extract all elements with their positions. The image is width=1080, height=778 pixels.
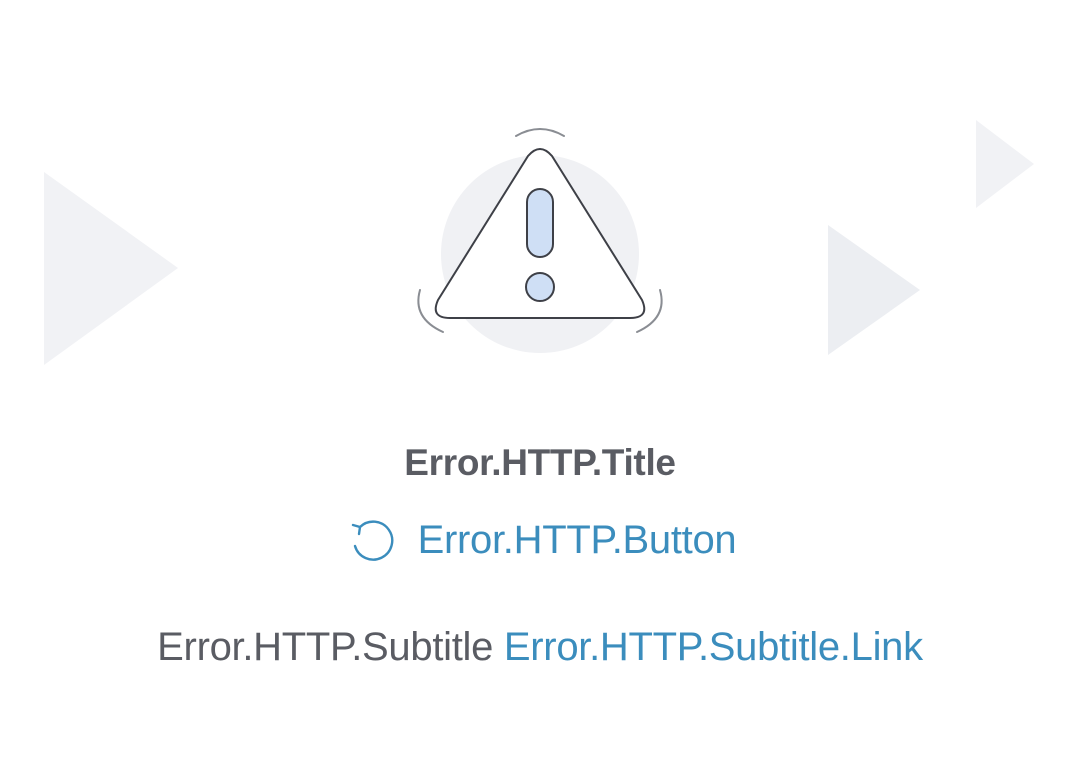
right-play-shape-small	[976, 120, 1034, 208]
subtitle-link[interactable]: Error.HTTP.Subtitle.Link	[504, 625, 923, 669]
exclamation-bar	[526, 188, 554, 258]
error-subtitle: Error.HTTP.Subtitle Error.HTTP.Subtitle.…	[0, 625, 1080, 670]
warning-triangle-icon	[417, 128, 663, 353]
motion-arc-top	[515, 128, 565, 137]
retry-button-label: Error.HTTP.Button	[417, 517, 737, 562]
right-play-shape-large	[828, 225, 920, 355]
refresh-icon	[344, 514, 396, 566]
subtitle-text: Error.HTTP.Subtitle	[157, 625, 494, 669]
left-play-shape	[44, 172, 178, 365]
retry-button[interactable]: Error.HTTP.Button	[0, 514, 1080, 566]
exclamation-dot	[525, 272, 555, 302]
error-title: Error.HTTP.Title	[404, 442, 676, 483]
